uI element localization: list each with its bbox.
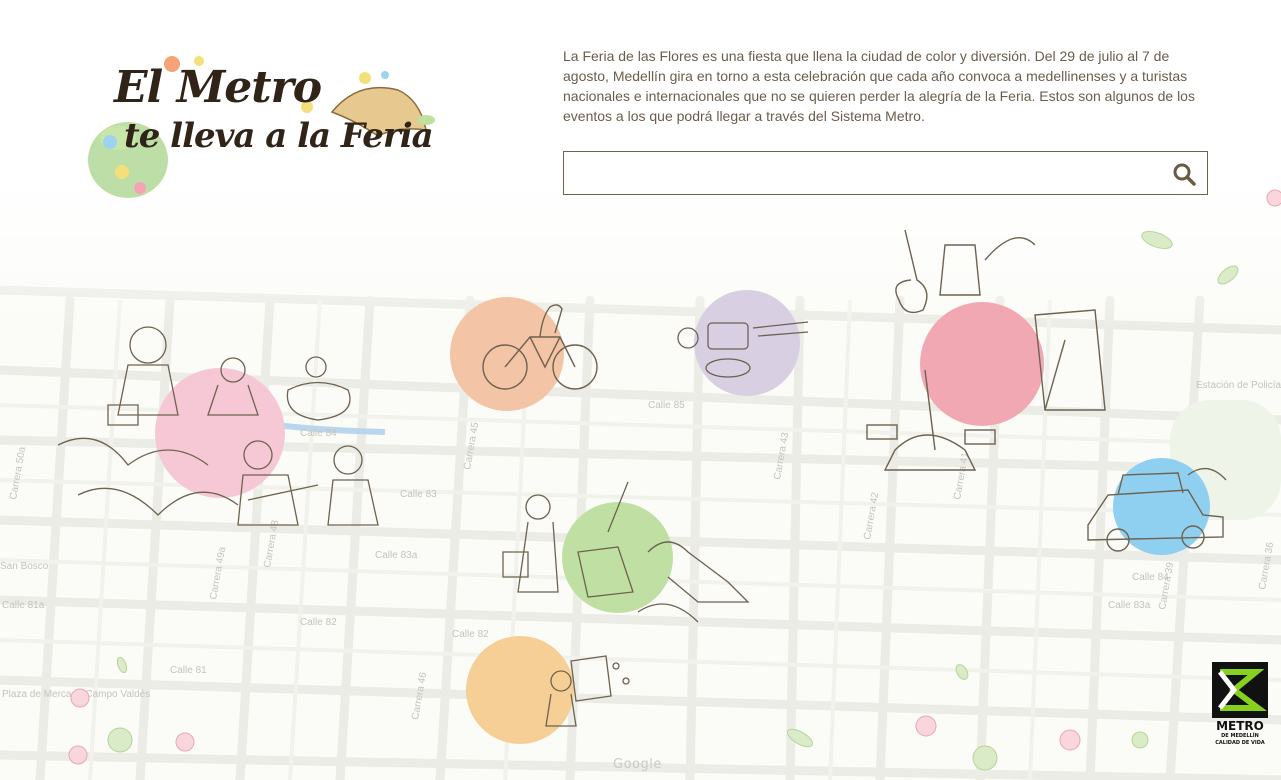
metro-subtitle: DE MEDELLÍN bbox=[1221, 733, 1259, 739]
metro-logo-mark bbox=[1212, 662, 1268, 718]
bicycle-icon bbox=[482, 304, 598, 390]
metro-m-icon bbox=[1218, 669, 1267, 711]
food-icon bbox=[677, 321, 809, 378]
musicians-icon bbox=[58, 326, 379, 526]
search-box[interactable] bbox=[563, 151, 1208, 195]
metro-tagline: CALIDAD DE VIDA bbox=[1215, 740, 1265, 746]
intro-paragraph: La Feria de las Flores es una fiesta que… bbox=[563, 48, 1195, 124]
dog-icon bbox=[502, 481, 750, 623]
event-silleteros[interactable] bbox=[466, 636, 641, 746]
guitar-icon bbox=[866, 229, 1106, 471]
logo-title-line2: te lleva a la Feria bbox=[124, 116, 434, 156]
search-input[interactable] bbox=[572, 158, 1156, 190]
event-antique-cars[interactable] bbox=[1078, 455, 1233, 560]
event-cyclists[interactable] bbox=[450, 297, 605, 412]
logo-title-line1: El Metro bbox=[114, 62, 322, 113]
event-gastronomy[interactable] bbox=[668, 288, 818, 398]
silleta-icon bbox=[545, 655, 630, 727]
event-music-concert[interactable] bbox=[865, 220, 1115, 485]
event-trova-festival[interactable] bbox=[58, 315, 383, 540]
metro-name: METRO bbox=[1216, 719, 1264, 733]
event-pets-and-sport[interactable] bbox=[498, 472, 758, 632]
metro-medellin-logo[interactable]: METRO DE MEDELLÍN CALIDAD DE VIDA bbox=[1212, 662, 1268, 748]
feria-logo[interactable]: El Metro te lleva a la Feria bbox=[88, 50, 448, 210]
car-icon bbox=[1087, 467, 1227, 552]
search-icon[interactable] bbox=[1171, 161, 1197, 187]
google-attribution[interactable]: Google bbox=[613, 757, 662, 772]
